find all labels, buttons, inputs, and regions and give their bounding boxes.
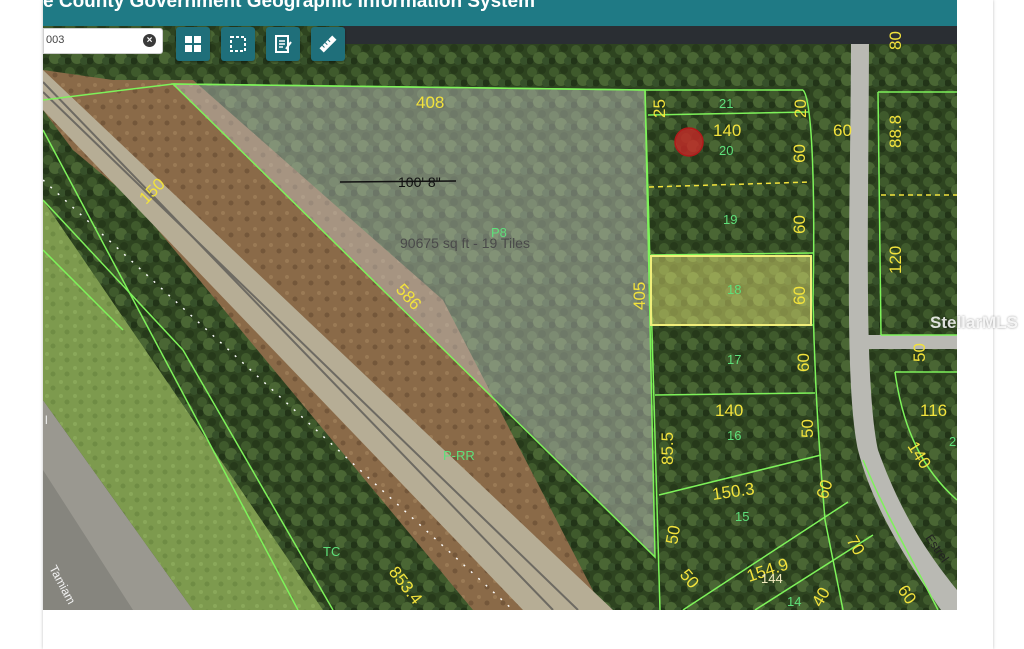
dim-20-top: 20: [791, 99, 810, 118]
dim-50-b: 50: [662, 524, 684, 546]
dim-60-c: 60: [790, 286, 809, 305]
dim-116: 116: [920, 401, 947, 420]
dim-88-8: 88.8: [886, 115, 905, 148]
lot-17: 17: [727, 352, 741, 367]
lot-21: 21: [719, 96, 733, 111]
notepad-icon: [275, 35, 292, 53]
gis-map-app: e County Government Geographic Informati…: [43, 0, 957, 610]
dim-140-a: 140: [713, 121, 741, 140]
dim-140-b: 140: [715, 401, 743, 420]
dim-405: 405: [630, 282, 649, 310]
zone-label-p8: P8: [491, 225, 507, 240]
street-label-partial: l: [45, 413, 48, 427]
notes-button[interactable]: [266, 27, 300, 61]
grid-icon: [185, 36, 201, 52]
app-title: e County Government Geographic Informati…: [43, 0, 535, 12]
lot-20: 20: [719, 143, 733, 158]
dim-120: 120: [886, 246, 905, 274]
top-road: [343, 26, 957, 44]
ruler-icon: [319, 35, 337, 53]
dim-60-d: 60: [794, 353, 813, 372]
measurement-label: 100' 8": [398, 174, 441, 190]
lot-16: 16: [727, 428, 741, 443]
dim-60-a: 60: [790, 144, 809, 163]
header-bar: e County Government Geographic Informati…: [43, 0, 957, 26]
grid-layers-button[interactable]: [176, 27, 210, 61]
search-value: 003: [46, 34, 65, 46]
dim-50-d: 50: [910, 343, 929, 362]
select-area-button[interactable]: [221, 27, 255, 61]
lot-19: 19: [723, 212, 737, 227]
map-canvas[interactable]: 100' 8" 90675 sq ft - 19 Tiles P8 P-RR T…: [43, 26, 957, 610]
zone-label-p-rr: P-RR: [443, 448, 475, 463]
zone-label-tc: TC: [323, 544, 340, 559]
dim-80: 80: [886, 31, 905, 50]
clear-search-icon[interactable]: ×: [143, 34, 156, 47]
dim-408: 408: [416, 93, 444, 112]
dim-85-5: 85.5: [658, 432, 677, 465]
lot-2: 2: [949, 434, 956, 449]
dim-50-a: 50: [798, 419, 817, 438]
lot-14: 14: [787, 594, 801, 609]
dim-60-street: 60: [833, 121, 852, 140]
lot-18: 18: [727, 282, 741, 297]
mls-watermark: StellarMLS: [930, 313, 1018, 332]
dim-25: 25: [650, 99, 669, 118]
location-marker-icon[interactable]: [674, 127, 704, 157]
area-label: 90675 sq ft - 19 Tiles: [400, 235, 530, 251]
lot-15: 15: [735, 509, 749, 524]
select-area-icon: [230, 36, 246, 52]
side-street: [855, 335, 957, 349]
measure-button[interactable]: [311, 27, 345, 61]
dim-60-b: 60: [790, 215, 809, 234]
parcel-search-input[interactable]: 003 ×: [43, 28, 163, 54]
lot-144: 144: [761, 571, 783, 586]
